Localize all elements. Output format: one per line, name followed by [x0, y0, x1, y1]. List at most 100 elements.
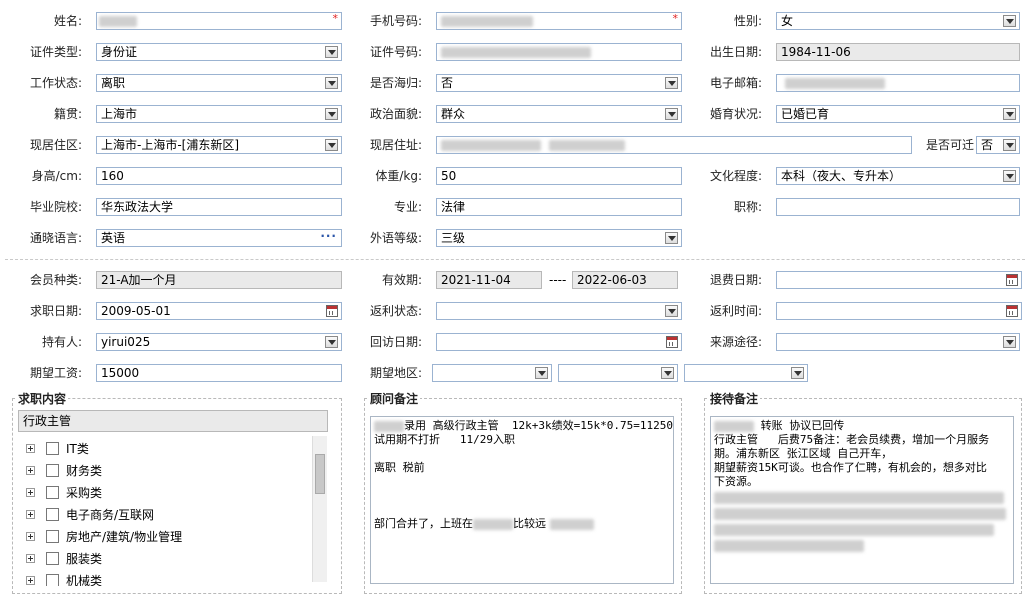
chevron-down-icon[interactable]	[1003, 336, 1016, 348]
tree-item[interactable]: 电子商务/互联网	[26, 506, 306, 524]
plus-box-icon[interactable]	[26, 576, 35, 585]
salary-input[interactable]: 15000	[96, 364, 342, 382]
workstatus-select[interactable]: 离职	[96, 74, 342, 92]
calendar-icon[interactable]	[326, 305, 338, 317]
plus-box-icon[interactable]	[26, 554, 35, 563]
rebate-status-select[interactable]	[436, 302, 682, 320]
tree-checkbox[interactable]	[46, 508, 59, 521]
political-value: 群众	[441, 107, 466, 121]
ellipsis-icon[interactable]: ···	[320, 230, 337, 244]
consultant-notes-title: 顾问备注	[368, 390, 421, 407]
calendar-icon[interactable]	[1006, 305, 1018, 317]
region-district-select[interactable]	[684, 364, 808, 382]
reception-note-line1: 转账 协议已回传	[754, 419, 845, 432]
address-input[interactable]	[436, 136, 912, 154]
plus-box-icon[interactable]	[26, 510, 35, 519]
jobdate-input[interactable]: 2009-05-01	[96, 302, 342, 320]
chevron-down-icon[interactable]	[665, 305, 678, 317]
height-input[interactable]: 160	[96, 167, 342, 185]
holder-value: yirui025	[101, 335, 151, 349]
gender-select[interactable]: 女	[776, 12, 1020, 30]
reception-notes-textarea[interactable]: 转账 协议已回传 行政主管 后费75备注：老会员续费，增加一个月服务 期。浦东新…	[710, 416, 1014, 584]
tree-item[interactable]: 房地产/建筑/物业管理	[26, 528, 306, 546]
chevron-down-icon[interactable]	[1003, 170, 1016, 182]
region-city-select[interactable]	[558, 364, 678, 382]
tree-checkbox[interactable]	[46, 442, 59, 455]
mobile-input[interactable]: *	[436, 12, 682, 30]
chevron-down-icon[interactable]	[665, 108, 678, 120]
region-province-select[interactable]	[432, 364, 552, 382]
scrollbar-thumb[interactable]	[315, 454, 325, 494]
source-select[interactable]	[776, 333, 1020, 351]
chevron-down-icon[interactable]	[665, 232, 678, 244]
tree-checkbox[interactable]	[46, 574, 59, 586]
tree-item[interactable]: IT类	[26, 440, 306, 458]
email-input[interactable]	[776, 74, 1020, 92]
tree-scrollbar[interactable]	[312, 436, 327, 582]
consultant-notes-textarea[interactable]: 录用 高级行政主管 12k+3k绩效=15k*0.75=11250 试用期不打折…	[370, 416, 674, 584]
school-label: 毕业院校:	[29, 200, 82, 214]
chevron-down-icon[interactable]	[1003, 108, 1016, 120]
calendar-icon[interactable]	[666, 336, 678, 348]
tree-item-label: 房地产/建筑/物业管理	[66, 530, 183, 544]
chevron-down-icon[interactable]	[325, 46, 338, 58]
title-input[interactable]	[776, 198, 1020, 216]
rebate-time-input[interactable]	[776, 302, 1022, 320]
holder-select[interactable]: yirui025	[96, 333, 342, 351]
native-select[interactable]: 上海市	[96, 105, 342, 123]
chevron-down-icon[interactable]	[665, 77, 678, 89]
plus-box-icon[interactable]	[26, 488, 35, 497]
name-input[interactable]: *	[96, 12, 342, 30]
idtype-select[interactable]: 身份证	[96, 43, 342, 61]
chevron-down-icon[interactable]	[535, 367, 548, 379]
chevron-down-icon[interactable]	[1003, 15, 1016, 27]
calendar-icon[interactable]	[1006, 274, 1018, 286]
tree-item-label: 采购类	[66, 486, 103, 500]
tree-checkbox[interactable]	[46, 552, 59, 565]
chevron-down-icon[interactable]	[661, 367, 674, 379]
residence-select[interactable]: 上海市-上海市-[浦东新区]	[96, 136, 342, 154]
tree-item[interactable]: 机械类	[26, 572, 306, 586]
political-select[interactable]: 群众	[436, 105, 682, 123]
idno-input[interactable]	[436, 43, 682, 61]
idtype-label: 证件类型:	[29, 45, 82, 59]
plus-box-icon[interactable]	[26, 466, 35, 475]
plus-box-icon[interactable]	[26, 532, 35, 541]
chevron-down-icon[interactable]	[325, 139, 338, 151]
tree-checkbox[interactable]	[46, 486, 59, 499]
tree-item[interactable]: 财务类	[26, 462, 306, 480]
tree-checkbox[interactable]	[46, 530, 59, 543]
chevron-down-icon[interactable]	[791, 367, 804, 379]
chevron-down-icon[interactable]	[325, 336, 338, 348]
language-input[interactable]: 英语 ···	[96, 229, 342, 247]
langlevel-select[interactable]: 三级	[436, 229, 682, 247]
visit-date-input[interactable]	[436, 333, 682, 351]
marital-label: 婚育状况:	[709, 107, 762, 121]
valid-to-input[interactable]: 2022-06-03	[572, 271, 678, 289]
education-select[interactable]: 本科（夜大、专升本）	[776, 167, 1020, 185]
plus-box-icon[interactable]	[26, 444, 35, 453]
education-label: 文化程度:	[709, 169, 762, 183]
chevron-down-icon[interactable]	[1003, 139, 1016, 151]
marital-select[interactable]: 已婚已育	[776, 105, 1020, 123]
weight-input[interactable]: 50	[436, 167, 682, 185]
tree-item[interactable]: 采购类	[26, 484, 306, 502]
tree-item[interactable]: 服装类	[26, 550, 306, 568]
chevron-down-icon[interactable]	[325, 108, 338, 120]
birth-input[interactable]: 1984-11-06	[776, 43, 1020, 61]
jobdate-label: 求职日期:	[29, 304, 82, 318]
job-selected-input[interactable]: 行政主管	[18, 410, 328, 432]
idtype-value: 身份证	[101, 45, 138, 59]
overseas-select[interactable]: 否	[436, 74, 682, 92]
relocate-select[interactable]: 否	[976, 136, 1020, 154]
tree-checkbox[interactable]	[46, 464, 59, 477]
school-input[interactable]: 华东政法大学	[96, 198, 342, 216]
refund-date-input[interactable]	[776, 271, 1022, 289]
membertype-input[interactable]: 21-A加一个月	[96, 271, 342, 289]
address-label: 现居住址:	[369, 138, 422, 152]
chevron-down-icon[interactable]	[325, 77, 338, 89]
mobile-label: 手机号码:	[369, 14, 422, 28]
valid-from-input[interactable]: 2021-11-04	[436, 271, 542, 289]
holder-label: 持有人:	[41, 335, 82, 349]
major-input[interactable]: 法律	[436, 198, 682, 216]
